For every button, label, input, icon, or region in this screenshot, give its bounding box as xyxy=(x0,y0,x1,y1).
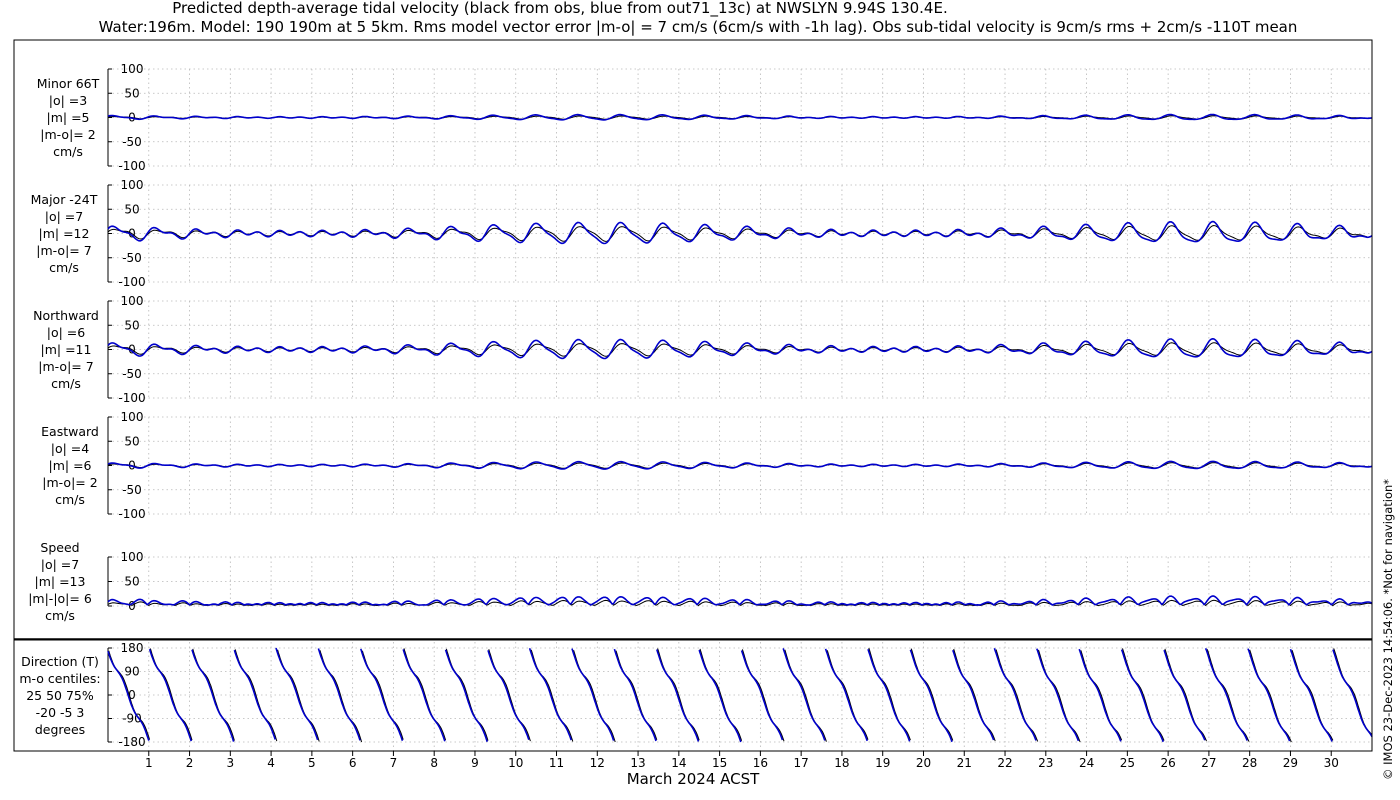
panel-label-line: Speed xyxy=(40,540,79,555)
y-tick-label: 50 xyxy=(124,575,139,589)
y-tick-label: -100 xyxy=(118,275,145,289)
x-tick-label: 12 xyxy=(590,756,605,770)
panel-label-line: |m| =5 xyxy=(47,110,90,125)
panel-label-line: |m| =13 xyxy=(35,574,86,589)
x-tick-label: 20 xyxy=(916,756,931,770)
x-tick-label: 27 xyxy=(1201,756,1216,770)
panel-label-line: |m|-|o|= 6 xyxy=(28,591,92,606)
x-tick-label: 14 xyxy=(671,756,686,770)
panel-label-line: |o| =7 xyxy=(41,557,79,572)
x-tick-label: 22 xyxy=(997,756,1012,770)
x-tick-label: 15 xyxy=(712,756,727,770)
y-tick-label: -100 xyxy=(118,159,145,173)
panel-label-line: |o| =7 xyxy=(45,209,83,224)
y-tick-label: 100 xyxy=(121,62,144,76)
y-tick-label: -50 xyxy=(122,483,142,497)
panel-label-line: Minor 66T xyxy=(37,76,100,91)
x-tick-label: 17 xyxy=(794,756,809,770)
panel-label-line: -20 -5 3 xyxy=(36,705,85,720)
x-tick-label: 10 xyxy=(508,756,523,770)
panel-label-line: |m-o|= 2 xyxy=(40,127,95,142)
y-tick-label: 100 xyxy=(121,178,144,192)
panel-minor: 100500-50-100Minor 66T|o| =3|m| =5|m-o|=… xyxy=(37,62,1373,173)
panel-label-line: 25 50 75% xyxy=(26,688,94,703)
x-tick-label: 7 xyxy=(390,756,398,770)
panel-speed: 100500Speed|o| =7|m| =13|m|-|o|= 6cm/s xyxy=(28,540,1373,623)
tidal-velocity-figure: Predicted depth-average tidal velocity (… xyxy=(13,0,1395,788)
y-tick-label: 50 xyxy=(124,202,139,216)
panel-label-line: |m| =6 xyxy=(49,458,92,473)
panel-label-line: Major -24T xyxy=(31,192,98,207)
panel-label-line: |m| =12 xyxy=(39,226,90,241)
x-tick-label: 29 xyxy=(1283,756,1298,770)
x-tick-label: 24 xyxy=(1079,756,1094,770)
panel-label-line: |m-o|= 7 xyxy=(38,359,93,374)
x-tick-label: 5 xyxy=(308,756,316,770)
series-model-direction xyxy=(107,647,1373,743)
x-tick-label: 30 xyxy=(1324,756,1339,770)
y-tick-label: -180 xyxy=(118,735,145,749)
series-model-speed xyxy=(107,595,1373,606)
panel-label-line: Eastward xyxy=(41,424,99,439)
x-tick-label: 9 xyxy=(471,756,479,770)
panel-label-line: |o| =6 xyxy=(47,325,86,340)
x-tick-label: 8 xyxy=(430,756,438,770)
panel-label-line: cm/s xyxy=(49,260,79,275)
x-tick-label: 6 xyxy=(349,756,357,770)
x-tick-label: 2 xyxy=(186,756,194,770)
y-tick-label: 50 xyxy=(124,318,139,332)
panel-label-line: |m| =11 xyxy=(41,342,92,357)
x-tick-label: 4 xyxy=(267,756,275,770)
x-tick-label: 21 xyxy=(957,756,972,770)
copyright-note: © IMOS 23-Dec-2023 14:54:06. *Not for na… xyxy=(1381,479,1395,780)
y-tick-label: 90 xyxy=(124,665,139,679)
y-tick-label: 180 xyxy=(121,641,144,655)
x-tick-label: 16 xyxy=(753,756,768,770)
x-tick-label: 28 xyxy=(1242,756,1257,770)
panel-eastward: 100500-50-100Eastward|o| =4|m| =6|m-o|= … xyxy=(41,410,1373,521)
panel-major: 100500-50-100Major -24T|o| =7|m| =12|m-o… xyxy=(31,178,1373,289)
panel-northward: 100500-50-100Northward|o| =6|m| =11|m-o|… xyxy=(33,294,1373,405)
y-tick-label: 50 xyxy=(124,86,139,100)
panel-label-line: cm/s xyxy=(51,376,81,391)
panel-label-line: Northward xyxy=(33,308,99,323)
y-tick-label: -100 xyxy=(118,507,145,521)
x-tick-label: 1 xyxy=(145,756,153,770)
x-tick-label: 13 xyxy=(630,756,645,770)
y-tick-label: 100 xyxy=(121,294,144,308)
panel-label-line: |o| =3 xyxy=(49,93,87,108)
chart-panels: 100500-50-100Minor 66T|o| =3|m| =5|m-o|=… xyxy=(13,39,1373,770)
x-tick-label: 19 xyxy=(875,756,890,770)
y-tick-label: -100 xyxy=(118,391,145,405)
x-tick-label: 23 xyxy=(1038,756,1053,770)
series-obs-direction xyxy=(108,647,1373,743)
panel-label-line: degrees xyxy=(35,722,85,737)
panel-label-line: |m-o|= 7 xyxy=(36,243,91,258)
y-tick-label: 100 xyxy=(121,550,144,564)
x-axis-label: March 2024 ACST xyxy=(627,770,760,788)
panel-label-line: m-o centiles: xyxy=(19,671,100,686)
chart-title-line2: Water:196m. Model: 190 190m at 5 5km. Rm… xyxy=(99,18,1298,36)
x-tick-label: 11 xyxy=(549,756,564,770)
x-tick-label: 25 xyxy=(1120,756,1135,770)
panel-label-line: |m-o|= 2 xyxy=(42,475,97,490)
panel-label-line: Direction (T) xyxy=(21,654,99,669)
y-tick-label: -50 xyxy=(122,135,142,149)
panel-label-line: cm/s xyxy=(45,608,75,623)
y-tick-label: -50 xyxy=(122,251,142,265)
panel-label-line: cm/s xyxy=(53,144,83,159)
panel-direction: 180900-90-180Direction (T)m-o centiles:2… xyxy=(13,639,1373,752)
y-tick-label: 100 xyxy=(121,410,144,424)
x-tick-label: 18 xyxy=(834,756,849,770)
x-tick-label: 3 xyxy=(227,756,235,770)
panel-label-line: cm/s xyxy=(55,492,85,507)
y-tick-label: 50 xyxy=(124,434,139,448)
y-tick-label: -50 xyxy=(122,367,142,381)
x-tick-label: 26 xyxy=(1160,756,1175,770)
panel-label-line: |o| =4 xyxy=(51,441,90,456)
chart-title-line1: Predicted depth-average tidal velocity (… xyxy=(172,0,947,18)
